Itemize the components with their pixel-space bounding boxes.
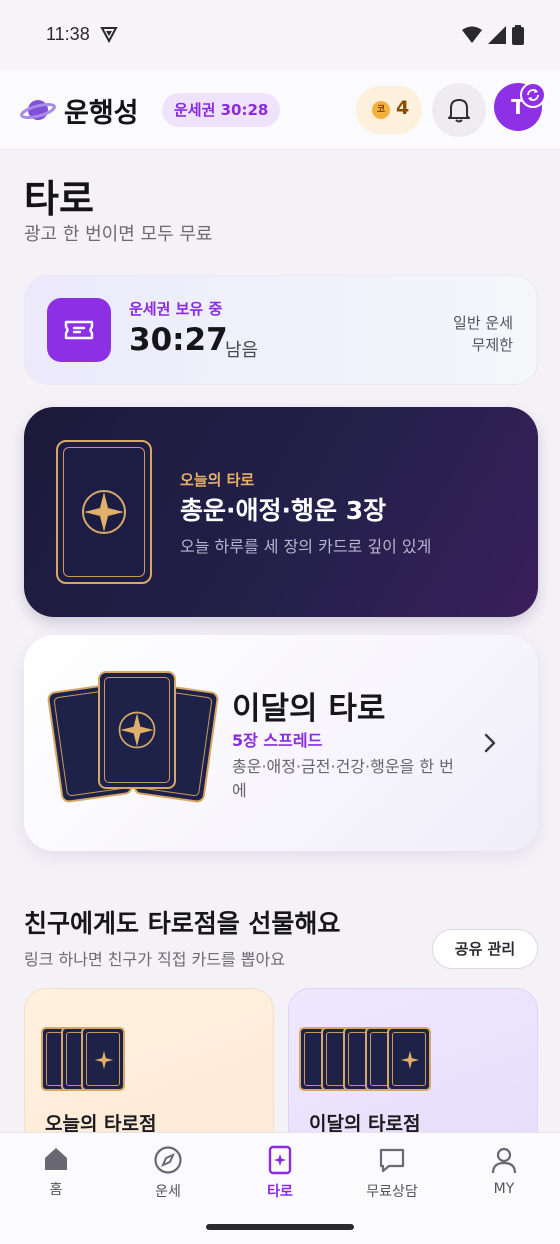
nav-label: MY	[493, 1181, 515, 1197]
planet-logo-icon	[20, 96, 56, 128]
ticket-note-line2: 무제한	[471, 336, 513, 354]
monthly-tarot-card[interactable]: 이달의 타로 5장 스프레드 총운·애정·금전·건강·행운을 한 번에	[24, 635, 538, 851]
chevron-right-icon	[482, 731, 498, 759]
compass-icon	[154, 1146, 182, 1174]
tarot-card-illustration	[56, 440, 152, 584]
four-point-star-icon	[118, 711, 156, 749]
four-point-star-icon	[400, 1050, 420, 1070]
person-icon	[491, 1147, 517, 1174]
ticket-note-line1: 일반 운세	[453, 314, 513, 332]
ticket-icon-box	[47, 298, 111, 362]
nav-item-my[interactable]: MY	[464, 1145, 544, 1197]
ticket-status-card: 운세권 보유 중 30:27 남음 일반 운세 무제한	[24, 275, 538, 385]
sync-icon	[527, 89, 539, 101]
app-title: 운행성	[64, 98, 139, 129]
home-icon	[45, 1148, 67, 1170]
ticket-label: 운세권 보유 중	[129, 300, 223, 318]
tarot-card-back	[387, 1027, 431, 1091]
app-header: 운행성 운세권 30:28 코 4 T	[0, 70, 560, 150]
ticket-remaining-suffix: 남음	[225, 340, 259, 361]
nav-label: 운세	[155, 1184, 181, 1200]
vpn-shield-icon	[100, 25, 118, 47]
wifi-icon	[462, 26, 482, 43]
chat-bubble-icon	[379, 1148, 405, 1173]
bell-icon	[448, 99, 470, 123]
cell-signal-icon	[488, 26, 506, 44]
monthly-tarot-title: 이달의 타로	[232, 691, 386, 727]
system-indicators	[462, 25, 524, 45]
coin-icon: 코	[372, 101, 390, 119]
tarot-card-icon	[268, 1145, 292, 1175]
coin-count: 4	[396, 97, 410, 119]
nav-item-tarot[interactable]: 타로	[240, 1145, 320, 1201]
tarot-card-back	[81, 1027, 125, 1091]
status-bar: 11:38	[0, 0, 560, 70]
home-indicator[interactable]	[206, 1224, 354, 1230]
ticket-note: 일반 운세 무제한	[453, 312, 513, 356]
tarot-card-back-center	[98, 671, 176, 789]
nav-label: 무료상담	[366, 1184, 418, 1200]
four-point-star-icon	[82, 490, 126, 534]
ticket-icon	[64, 320, 94, 340]
daily-tarot-description: 오늘 하루를 세 장의 카드로 깊이 있게	[180, 537, 432, 556]
ticket-remaining-time: 30:27	[129, 322, 228, 358]
nav-item-fortune[interactable]: 운세	[128, 1145, 208, 1201]
sync-badge	[520, 82, 546, 108]
page-title: 타로	[24, 177, 94, 221]
status-time: 11:38	[46, 24, 90, 44]
ticket-timer-pill[interactable]: 운세권 30:28	[162, 93, 281, 127]
share-manage-button[interactable]: 공유 관리	[432, 929, 538, 969]
nav-item-home[interactable]: 홈	[16, 1145, 96, 1199]
monthly-tarot-kicker: 5장 스프레드	[232, 731, 323, 750]
gift-section-subtitle: 링크 하나면 친구가 직접 카드를 뽑아요	[24, 950, 285, 969]
nav-label: 타로	[267, 1184, 293, 1200]
four-point-star-icon	[94, 1050, 114, 1070]
notification-button[interactable]	[432, 83, 486, 137]
nav-label: 홈	[49, 1182, 63, 1198]
daily-tarot-title: 총운·애정·행운 3장	[180, 496, 387, 525]
gift-section-title: 친구에게도 타로점을 선물해요	[24, 909, 341, 938]
daily-tarot-card[interactable]: 오늘의 타로 총운·애정·행운 3장 오늘 하루를 세 장의 카드로 깊이 있게	[24, 407, 538, 617]
monthly-tarot-description: 총운·애정·금전·건강·행운을 한 번에	[232, 757, 454, 800]
nav-item-free-consult[interactable]: 무료상담	[352, 1145, 432, 1201]
battery-icon	[512, 25, 524, 45]
coin-balance-button[interactable]: 코 4	[356, 86, 422, 134]
daily-tarot-kicker: 오늘의 타로	[180, 471, 255, 489]
page-subtitle: 광고 한 번이면 모두 무료	[24, 224, 213, 245]
